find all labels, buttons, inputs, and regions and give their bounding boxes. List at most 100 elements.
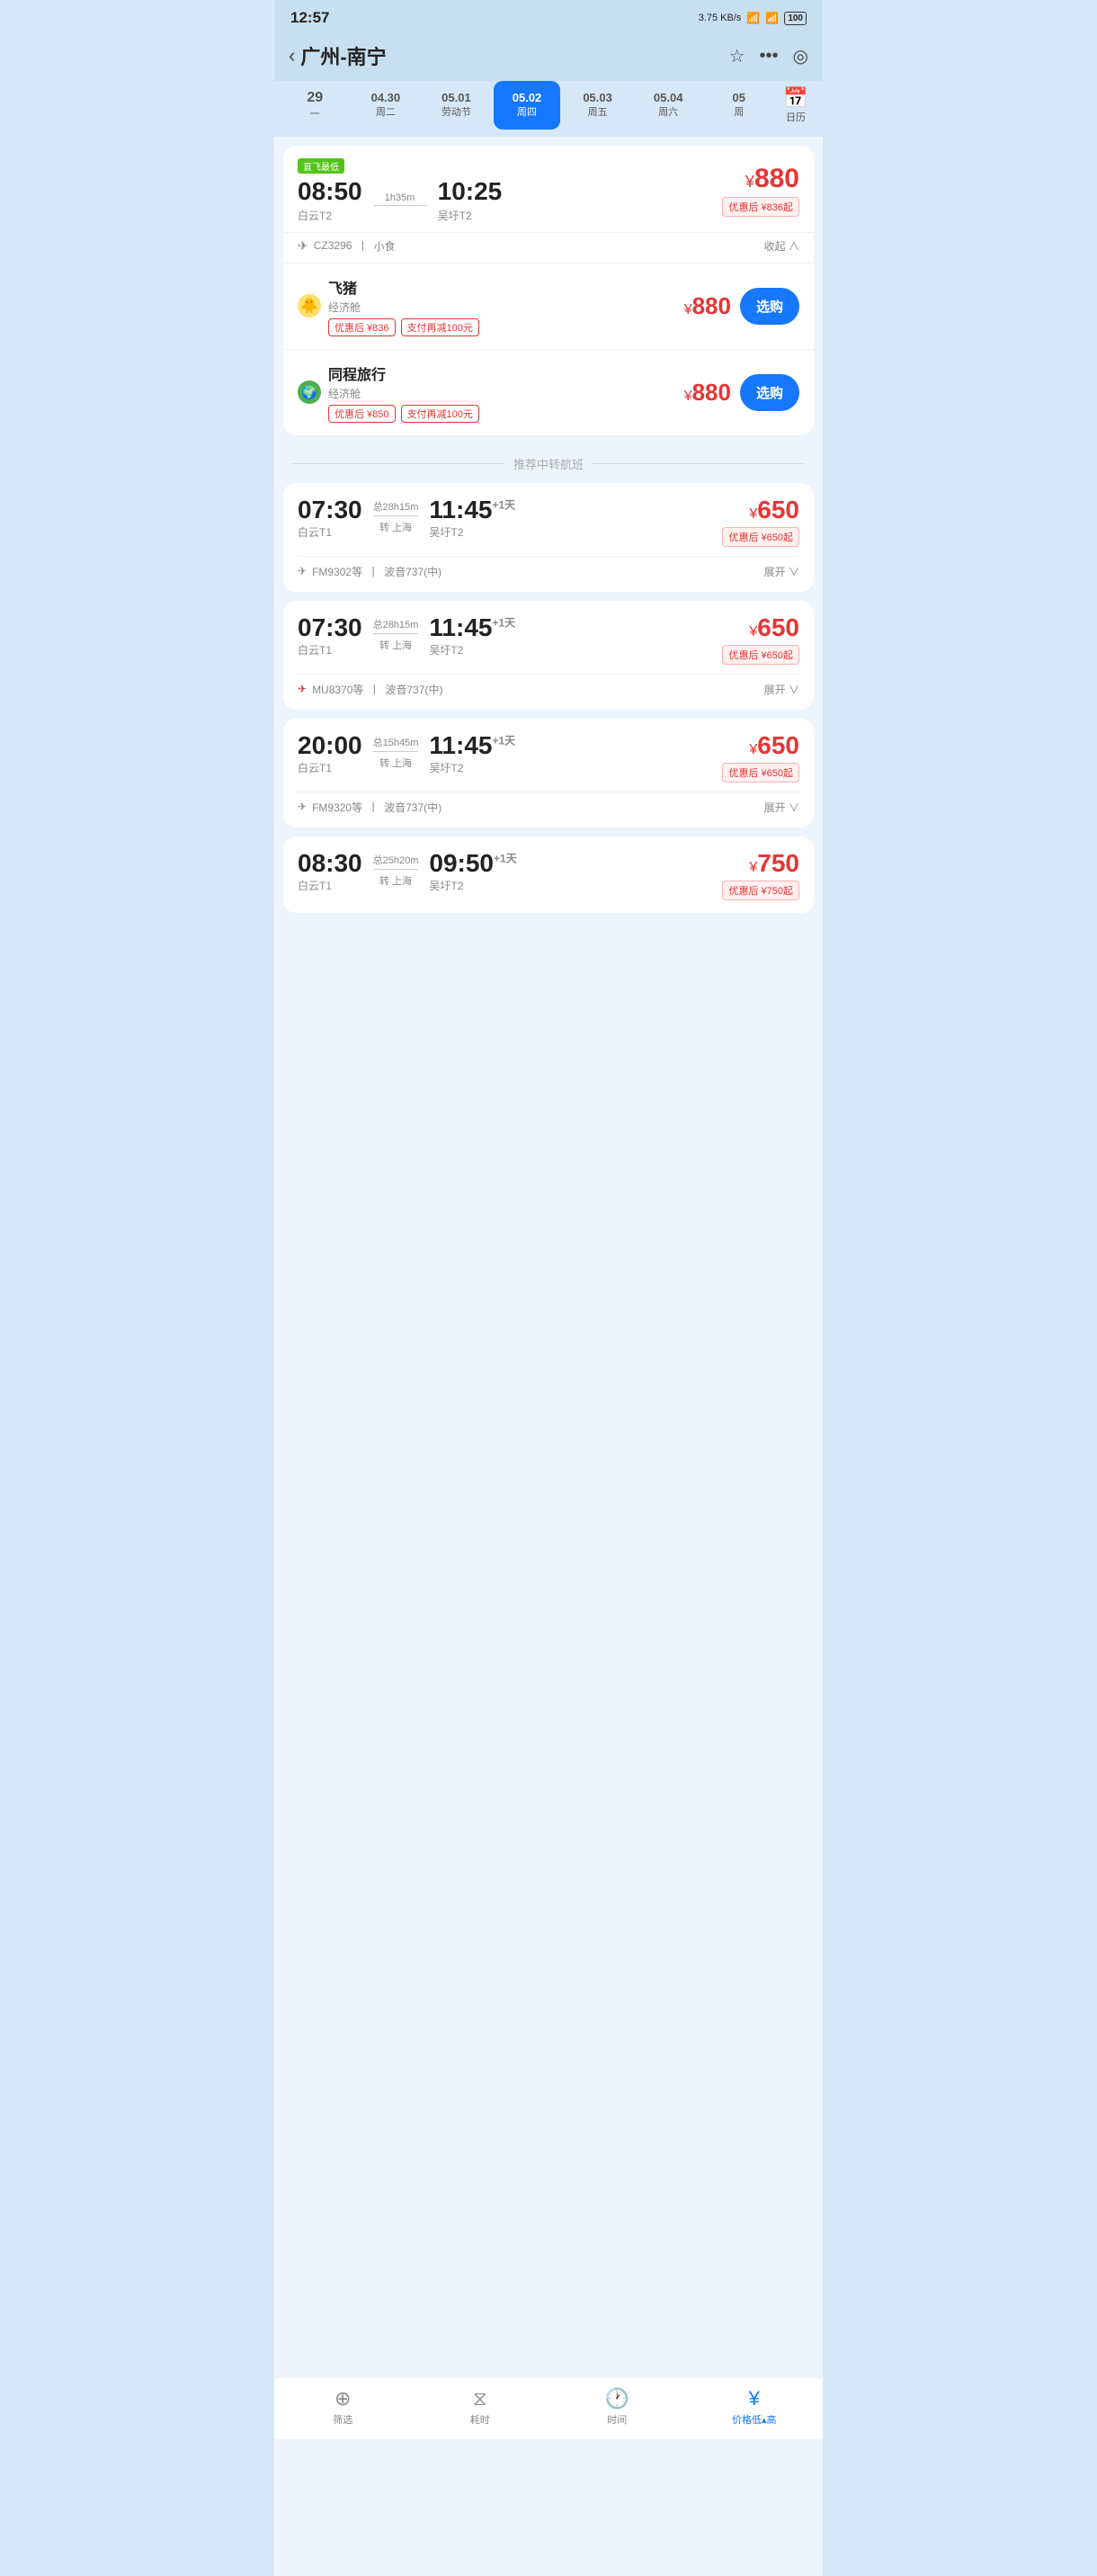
sub-option-left-feizhu: 🐥 飞猪 经济舱 优惠后 ¥836 支付再减100元 <box>298 276 479 336</box>
date-tab-0504[interactable]: 05.04 周六 <box>635 81 702 130</box>
transfer-mid-line-1 <box>373 515 418 516</box>
flight-info-left: ✈ CZ3296 丨 小食 <box>298 238 395 254</box>
flight-price: ¥880 优惠后 ¥836起 <box>722 164 799 217</box>
transfer-dep-1: 07:30 白云T1 <box>298 496 362 540</box>
transfer-dep-3: 20:00 白云T1 <box>298 731 362 775</box>
nav-filter[interactable]: ⊕ 筛选 <box>274 2378 412 2439</box>
transfer-aircraft-3: 波音737(中) <box>384 800 441 815</box>
feizhu-cabin: 经济舱 <box>328 300 479 315</box>
feizhu-tag-1: 优惠后 ¥836 <box>328 318 396 336</box>
date-tab-05[interactable]: 05 周 <box>705 81 772 130</box>
status-bar: 12:57 3.75 KB/s 📶 📶 100 <box>274 0 823 32</box>
price-main: ¥880 <box>722 164 799 194</box>
transfer-flight-no-1: FM9302等 <box>312 564 362 579</box>
transfer-header-4: 08:30 白云T1 总25h20m 转 上海 09:50+1天 吴圩T2 ¥7… <box>298 849 799 900</box>
transfer-flight-no-2: MU8370等 <box>312 682 363 697</box>
expand-button-1[interactable]: 展开 ∨ <box>764 564 799 579</box>
feizhu-info: 飞猪 经济舱 优惠后 ¥836 支付再减100元 <box>328 276 479 336</box>
transfer-mid-line-3 <box>373 751 418 752</box>
status-time: 12:57 <box>290 9 329 27</box>
transfer-dep-2: 07:30 白云T1 <box>298 613 362 657</box>
collapse-button[interactable]: 收起 ∧ <box>764 238 799 254</box>
transfer-header-3: 20:00 白云T1 总15h45m 转 上海 11:45+1天 吴圩T2 ¥6… <box>298 731 799 783</box>
network-speed: 3.75 KB/s <box>699 13 742 23</box>
meal-info: 小食 <box>373 238 395 254</box>
transfer-footer-2: ✈ MU8370等 丨 波音737(中) 展开 ∨ <box>298 674 799 697</box>
header-icons: ☆ ••• ◎ <box>729 45 808 67</box>
transfer-flight-2: 07:30 白云T1 总28h15m 转 上海 11:45+1天 吴圩T2 ¥6… <box>283 601 814 710</box>
price-discount: 优惠后 ¥836起 <box>722 197 799 217</box>
tongcheng-buy-button[interactable]: 选购 <box>740 374 799 411</box>
feizhu-buy-button[interactable]: 选购 <box>740 288 799 325</box>
transfer-left-1: 07:30 白云T1 总28h15m 转 上海 11:45+1天 吴圩T2 <box>298 496 515 540</box>
battery-icon: 100 <box>784 12 807 25</box>
feizhu-tags: 优惠后 ¥836 支付再减100元 <box>328 318 479 336</box>
direct-flight-header: 直飞最低 08:50 白云T2 1h35m 10:25 吴圩T2 <box>283 146 814 232</box>
date-tabs: 29 一 04.30 周二 05.01 劳动节 05.02 周四 05.03 周… <box>274 81 823 137</box>
page-title: 广州-南宁 <box>300 41 386 70</box>
tongcheng-tag-2: 支付再减100元 <box>401 405 479 423</box>
more-button[interactable]: ••• <box>760 46 779 67</box>
direct-flight-card: 直飞最低 08:50 白云T2 1h35m 10:25 吴圩T2 <box>283 146 814 435</box>
back-button[interactable]: ‹ <box>289 44 295 67</box>
date-tab-29[interactable]: 29 一 <box>281 81 349 130</box>
transfer-mid-3: 总15h45m 转 上海 <box>373 731 419 770</box>
expand-button-2[interactable]: 展开 ∨ <box>764 682 799 697</box>
transfer-left-4: 08:30 白云T1 总25h20m 转 上海 09:50+1天 吴圩T2 <box>298 849 517 893</box>
page-header: ‹ 广州-南宁 ☆ ••• ◎ <box>274 32 823 81</box>
divider-line-right <box>593 463 805 464</box>
divider-line-left <box>292 463 504 464</box>
calendar-icon: 📅 <box>783 86 807 110</box>
sub-option-feizhu: 🐥 飞猪 经济舱 优惠后 ¥836 支付再减100元 ¥880 选购 <box>283 263 814 349</box>
departure-terminal: 白云T2 <box>298 208 362 223</box>
transfer-footer-1: ✈ FM9302等 丨 波音737(中) 展开 ∨ <box>298 556 799 579</box>
filter-icon: ⊕ <box>334 2387 351 2411</box>
transfer-price-2: ¥650 优惠后 ¥650起 <box>722 613 799 665</box>
bottom-nav: ⊕ 筛选 ⧖ 耗时 🕐 时间 ¥ 价格低▴高 <box>274 2377 823 2439</box>
date-tab-0501[interactable]: 05.01 劳动节 <box>423 81 490 130</box>
date-tab-0502[interactable]: 05.02 周四 <box>494 81 561 130</box>
transfer-flight-3: 20:00 白云T1 总15h45m 转 上海 11:45+1天 吴圩T2 ¥6… <box>283 719 814 827</box>
arrival-block: 10:25 吴圩T2 <box>438 177 503 223</box>
calendar-button[interactable]: 📅 日历 <box>776 81 816 130</box>
transfer-mid-4: 总25h20m 转 上海 <box>373 849 419 888</box>
transfer-footer-left-3: ✈ FM9320等 丨 波音737(中) <box>298 800 441 815</box>
tongcheng-logo: 🌍 <box>298 380 321 404</box>
transfer-footer-3: ✈ FM9320等 丨 波音737(中) 展开 ∨ <box>298 792 799 815</box>
tongcheng-info: 同程旅行 经济舱 优惠后 ¥850 支付再减100元 <box>328 362 479 423</box>
tongcheng-cabin: 经济舱 <box>328 386 479 401</box>
calendar-label: 日历 <box>786 110 806 124</box>
transfer-mid-line-2 <box>373 633 418 634</box>
header-left: ‹ 广州-南宁 <box>289 41 387 70</box>
sub-option-tongcheng: 🌍 同程旅行 经济舱 优惠后 ¥850 支付再减100元 ¥880 选购 <box>283 349 814 435</box>
date-tab-0503[interactable]: 05.03 周五 <box>564 81 631 130</box>
arrival-time: 10:25 <box>438 177 503 206</box>
feizhu-price: ¥880 <box>684 292 731 320</box>
tongcheng-tags: 优惠后 ¥850 支付再减100元 <box>328 405 479 423</box>
nav-duration[interactable]: ⧖ 耗时 <box>412 2378 549 2439</box>
transfer-price-1: ¥650 优惠后 ¥650起 <box>722 496 799 547</box>
transfer-header-1: 07:30 白云T1 总28h15m 转 上海 11:45+1天 吴圩T2 ¥6… <box>298 496 799 547</box>
transfer-mid-2: 总28h15m 转 上海 <box>373 613 419 652</box>
transfer-arr-4: 09:50+1天 吴圩T2 <box>429 849 516 893</box>
transfer-footer-left-1: ✈ FM9302等 丨 波音737(中) <box>298 564 441 579</box>
star-button[interactable]: ☆ <box>729 45 745 67</box>
transfer-aircraft-1: 波音737(中) <box>384 564 441 579</box>
date-tab-0430[interactable]: 04.30 周二 <box>352 81 420 130</box>
target-button[interactable]: ◎ <box>793 45 808 67</box>
transfer-flight-no-3: FM9320等 <box>312 800 362 815</box>
signal-icon: 📶 <box>746 12 760 24</box>
transfer-mid-1: 总28h15m 转 上海 <box>373 496 419 534</box>
nav-price-label: 价格低▴高 <box>732 2412 777 2427</box>
feizhu-tag-2: 支付再减100元 <box>401 318 479 336</box>
transfer-airline-icon-3: ✈ <box>298 801 307 813</box>
nav-price[interactable]: ¥ 价格低▴高 <box>686 2378 824 2439</box>
status-icons: 3.75 KB/s 📶 📶 100 <box>699 12 807 25</box>
transfer-footer-left-2: ✈ MU8370等 丨 波音737(中) <box>298 682 442 697</box>
flight-list: 直飞最低 08:50 白云T2 1h35m 10:25 吴圩T2 <box>274 137 823 2576</box>
transfer-left-3: 20:00 白云T1 总15h45m 转 上海 11:45+1天 吴圩T2 <box>298 731 515 775</box>
transfer-arr-2: 11:45+1天 吴圩T2 <box>429 613 515 657</box>
nav-time[interactable]: 🕐 时间 <box>548 2378 686 2439</box>
expand-button-3[interactable]: 展开 ∨ <box>764 800 799 815</box>
transfer-aircraft-2: 波音737(中) <box>385 682 442 697</box>
